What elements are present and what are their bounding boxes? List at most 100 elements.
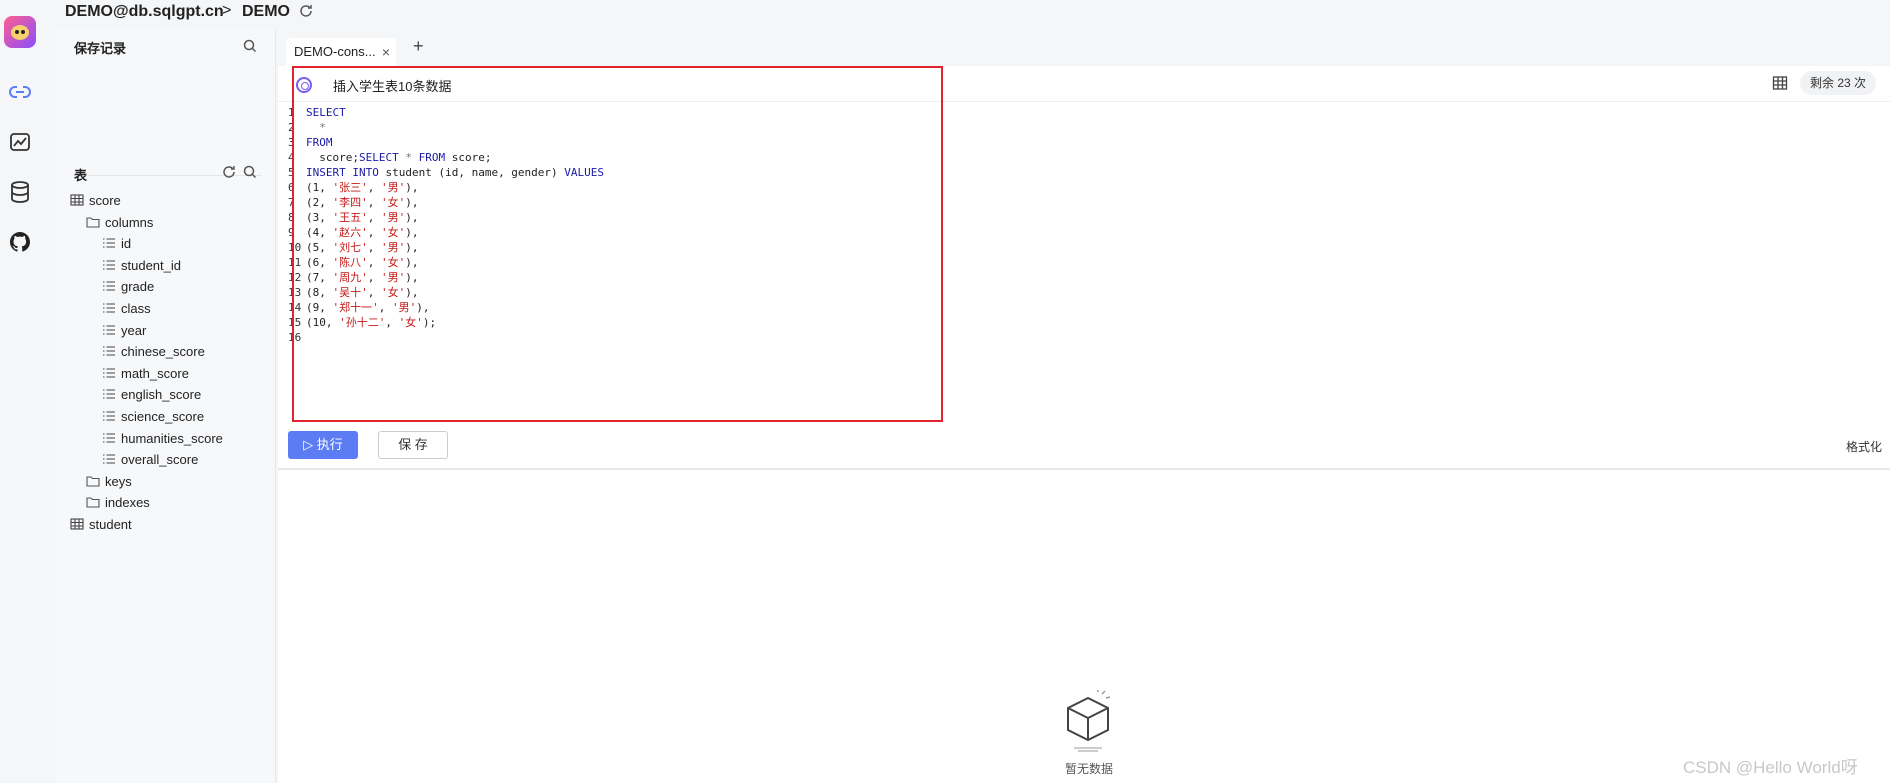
code-token: '刘七'	[332, 241, 368, 254]
column-icon	[103, 346, 115, 356]
tree-item-label: grade	[121, 279, 155, 295]
code-token: '李四'	[332, 196, 368, 209]
code-token: ,	[367, 271, 381, 284]
code-token: ),	[405, 256, 419, 269]
tree-item-student[interactable]: student	[70, 516, 132, 534]
code-token: (8,	[306, 286, 333, 299]
tree-item-id[interactable]: id	[102, 235, 131, 253]
tree-item-label: student	[89, 517, 132, 532]
run-button[interactable]: ▷ 执行	[288, 431, 358, 459]
tree-item-grade[interactable]: grade	[102, 278, 154, 296]
column-icon	[103, 260, 115, 270]
code-token: VALUES	[564, 166, 605, 179]
code-token: '周九'	[332, 271, 368, 284]
column-icon	[103, 389, 115, 399]
code-token: ,	[367, 286, 381, 299]
code-token: (5,	[306, 241, 333, 254]
code-token: '男'	[381, 271, 406, 284]
code-token: (6,	[306, 256, 333, 269]
column-icon	[103, 303, 115, 313]
tree-item-label: overall_score	[121, 452, 199, 468]
table-icon	[70, 194, 84, 206]
refresh-icon[interactable]	[221, 164, 237, 180]
tree-item-label: indexes	[105, 495, 150, 511]
code-token: '男'	[381, 241, 406, 254]
search-icon[interactable]	[242, 38, 258, 54]
icon-rail	[0, 0, 40, 783]
ai-prompt-text[interactable]: 插入学生表10条数据	[333, 76, 451, 95]
sql-editor[interactable]: 1 SELECT 2 * 3 FROM 4 score;SELECT * FROM sco…	[288, 104, 888, 364]
database-name[interactable]: DEMO	[242, 3, 290, 21]
code-token: SELECT	[358, 151, 399, 164]
tree-item-class[interactable]: class	[102, 300, 151, 318]
column-icon	[103, 368, 115, 378]
tab-label: DEMO-cons...	[294, 44, 376, 59]
code-token: '孙十二'	[339, 316, 386, 329]
code-token: '女'	[381, 196, 406, 209]
code-token: (3,	[306, 211, 333, 224]
github-icon[interactable]	[8, 230, 32, 254]
result-divider[interactable]	[278, 468, 1890, 470]
database-icon[interactable]	[8, 180, 32, 204]
ai-assistant-icon[interactable]	[296, 77, 312, 93]
tree-item-overall-score[interactable]: overall_score	[102, 451, 198, 469]
code-token: '郑十一'	[332, 301, 379, 314]
tree-item-year[interactable]: year	[102, 322, 146, 340]
tree-item-label: class	[121, 301, 151, 316]
link-icon[interactable]	[8, 80, 32, 104]
code-token: (9,	[306, 301, 333, 314]
tree-item-science-score[interactable]: science_score	[102, 408, 204, 426]
tree-item-label: science_score	[121, 409, 205, 424]
code-token: (1,	[306, 181, 333, 194]
code-token: );	[422, 316, 437, 329]
code-token: '男'	[381, 211, 406, 224]
code-token: score;	[306, 151, 359, 164]
tree-item-humanities-score[interactable]: humanities_score	[102, 430, 223, 448]
code-token: (10,	[306, 316, 340, 329]
code-token: FROM	[306, 136, 333, 149]
code-token: ,	[367, 196, 381, 209]
format-button[interactable]: 格式化	[1846, 438, 1882, 455]
code-token: '男'	[381, 181, 406, 194]
saved-records-title: 保存记录	[74, 41, 127, 56]
tree-item-math-score[interactable]: math_score	[102, 365, 189, 383]
logo-icon[interactable]	[4, 16, 36, 48]
add-tab-button[interactable]: +	[413, 36, 424, 57]
tree-item-indexes[interactable]: indexes	[86, 494, 150, 512]
tab-console[interactable]: DEMO-cons... ×	[286, 38, 396, 66]
search-icon[interactable]	[242, 164, 258, 180]
code-token: SELECT	[306, 106, 346, 119]
code-token: (4,	[306, 226, 333, 239]
chart-icon[interactable]	[8, 130, 32, 154]
tables-title: 表	[74, 168, 88, 183]
save-button[interactable]: 保 存	[378, 431, 448, 459]
code-token: ),	[405, 286, 419, 299]
code-token: '男'	[392, 301, 417, 314]
folder-icon	[86, 497, 100, 508]
code-token: (2,	[306, 196, 333, 209]
tree-item-student-id[interactable]: student_id	[102, 257, 181, 275]
header-bar: DEMO@db.sqlgpt.cn > DEMO	[40, 0, 1890, 28]
tree-item-keys[interactable]: keys	[86, 473, 132, 491]
connection-host[interactable]: DEMO@db.sqlgpt.cn	[65, 3, 224, 21]
refresh-icon[interactable]	[298, 3, 314, 19]
tree-item-label: keys	[105, 473, 132, 489]
tree-item-columns[interactable]: columns	[86, 214, 153, 232]
code-token: '女'	[398, 316, 423, 329]
remaining-quota-badge: 剩余 23 次	[1800, 71, 1877, 95]
table-grid-icon[interactable]	[1772, 75, 1788, 91]
tree-item-score[interactable]: score	[70, 192, 121, 210]
table-icon	[70, 518, 84, 530]
code-line[interactable]: 15 (10, '孙十二', '女');	[288, 314, 436, 332]
close-icon[interactable]: ×	[382, 38, 390, 66]
empty-state-label: 暂无数据	[1065, 762, 1114, 776]
tree-item-english-score[interactable]: english_score	[102, 386, 201, 404]
code-token: ,	[385, 316, 399, 329]
code-token: '女'	[381, 256, 406, 269]
code-line[interactable]: 16	[288, 329, 306, 347]
tree-item-chinese-score[interactable]: chinese_score	[102, 343, 205, 361]
tree-item-label: math_score	[121, 365, 189, 381]
column-icon	[103, 433, 115, 443]
code-token: ,	[367, 241, 381, 254]
tree-item-label: year	[121, 322, 147, 338]
